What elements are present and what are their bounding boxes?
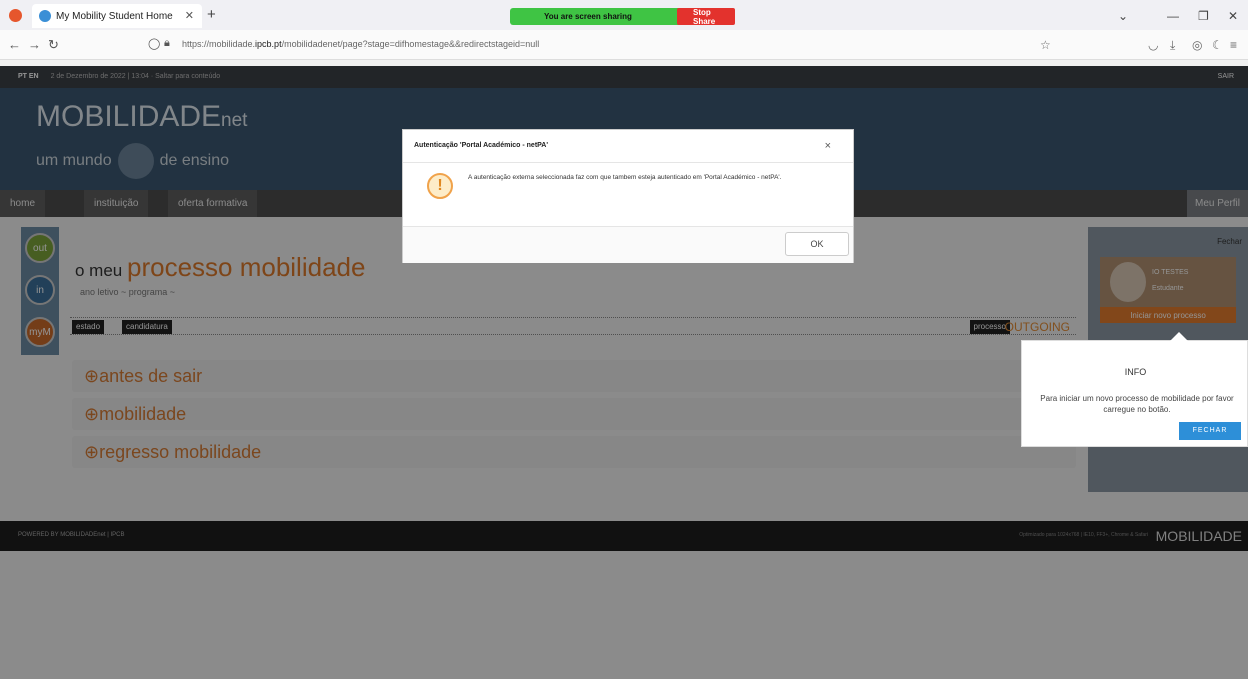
dialog-message: A autenticação externa seleccionada faz …	[468, 174, 782, 181]
warning-icon: !	[427, 173, 453, 199]
new-tab-icon[interactable]: +	[207, 6, 216, 23]
extension2-icon[interactable]: ☾	[1212, 38, 1223, 52]
tab-title: My Mobility Student Home	[56, 10, 173, 22]
url-host: ipcb.pt	[255, 39, 282, 49]
close-window-icon[interactable]: ✕	[1228, 9, 1238, 23]
close-icon[interactable]: ×	[825, 140, 831, 152]
stop-share-label: Stop Share	[693, 7, 716, 26]
extension-icon[interactable]: ◎	[1192, 38, 1202, 52]
tab-list-icon[interactable]: ⌄	[1118, 9, 1128, 23]
maximize-icon[interactable]: ❐	[1198, 9, 1209, 23]
info-message: Para iniciar um novo processo de mobilid…	[1040, 394, 1234, 414]
pocket-icon[interactable]: ◡	[1148, 38, 1158, 52]
url-prefix: https://mobilidade.	[182, 39, 256, 49]
dialog-title: Autenticação 'Portal Académico - netPA'	[403, 130, 853, 163]
tab-my-mobility[interactable]: My Mobility Student Home ✕	[32, 4, 202, 28]
forward-icon[interactable]: →	[28, 37, 41, 52]
url-field[interactable]: https://mobilidade.ipcb.pt/mobilidadenet…	[182, 39, 539, 49]
shield-icon[interactable]: ◯	[148, 37, 160, 50]
download-icon[interactable]: ⤓	[1170, 38, 1175, 53]
popover-arrow	[1170, 332, 1188, 341]
tab-bar: My Mobility Student Home ✕ + You are scr…	[0, 0, 1248, 30]
back-icon[interactable]: ←	[8, 37, 21, 52]
url-path: /mobilidadenet/page?stage=difhomestage&&…	[281, 39, 540, 49]
stop-share-button[interactable]: Stop Share	[677, 7, 735, 26]
share-text: You are screen sharing	[544, 12, 632, 21]
reload-icon[interactable]: ↻	[48, 37, 59, 53]
dialog-footer: OK	[403, 226, 853, 263]
favicon-icon	[39, 10, 51, 22]
info-title: INFO	[1124, 367, 1147, 377]
info-popover: INFO Para iniciar um novo processo de mo…	[1021, 332, 1248, 447]
firefox-menu-icon[interactable]	[9, 9, 22, 22]
lock-icon[interactable]: 🔒︎	[164, 37, 170, 50]
menu-icon[interactable]: ≡	[1230, 38, 1237, 52]
screen-sharing-banner: You are screen sharing	[510, 8, 686, 25]
close-tab-icon[interactable]: ✕	[185, 9, 194, 22]
minimize-icon[interactable]: —	[1167, 9, 1179, 23]
address-bar: ← → ↻ ◯ 🔒︎ https://mobilidade.ipcb.pt/mo…	[0, 30, 1248, 60]
ok-button[interactable]: OK	[785, 232, 849, 256]
bookmark-star-icon[interactable]: ☆	[1040, 38, 1051, 52]
auth-dialog: Autenticação 'Portal Académico - netPA' …	[402, 129, 854, 263]
fechar-button[interactable]: FECHAR	[1179, 422, 1241, 440]
